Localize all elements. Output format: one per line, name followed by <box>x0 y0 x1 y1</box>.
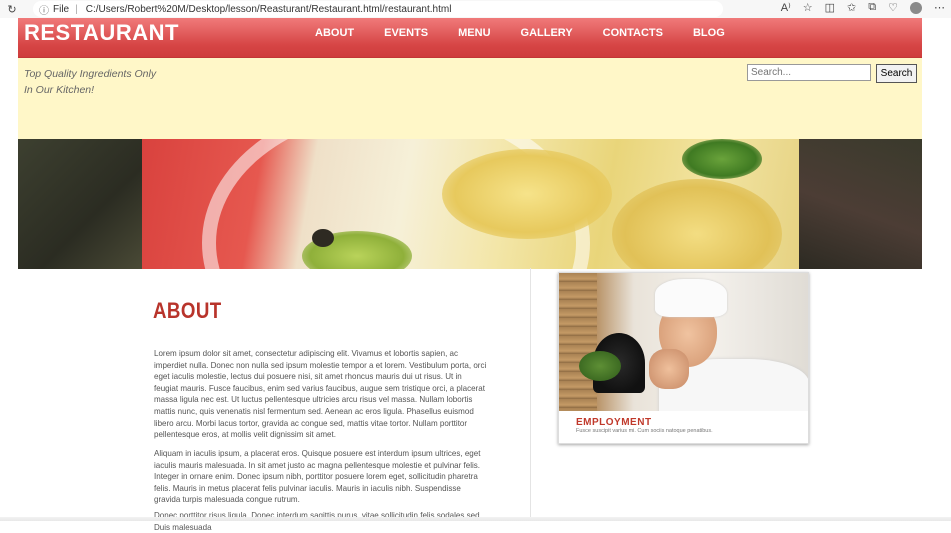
address-scheme: File <box>53 3 70 15</box>
search-button[interactable]: Search <box>876 64 917 83</box>
profile-avatar[interactable] <box>910 1 922 14</box>
refresh-icon[interactable]: ↻ <box>5 3 19 16</box>
chef-image <box>559 273 808 411</box>
about-heading: ABOUT <box>153 298 222 323</box>
address-separator: | <box>75 3 78 15</box>
read-aloud-icon[interactable]: A⁾ <box>781 1 791 14</box>
nav-about[interactable]: ABOUT <box>315 27 354 39</box>
nav-blog[interactable]: BLOG <box>693 27 725 39</box>
restaurant-site: RESTAURANT ABOUT EVENTS MENU GALLERY CON… <box>18 18 922 269</box>
column-divider <box>530 268 531 521</box>
tagline-line-2: In Our Kitchen! <box>24 84 95 96</box>
favorites-icon[interactable]: ✩ <box>847 1 856 14</box>
address-url[interactable]: C:/Users/Robert%20M/Desktop/lesson/Reast… <box>86 4 452 15</box>
nav-gallery[interactable]: GALLERY <box>521 27 573 39</box>
hero-food-image <box>142 139 799 269</box>
browser-essentials-icon[interactable]: ♡ <box>888 1 898 14</box>
about-paragraph-2: Aliquam in iaculis ipsum, a placerat ero… <box>154 449 481 505</box>
collections-icon[interactable]: ⧉ <box>868 1 876 14</box>
tagline: Top Quality Ingredients Only In Our Kitc… <box>24 66 156 98</box>
page-bottom-edge <box>0 517 951 521</box>
browser-action-icons: A⁾ ☆ ◫ ✩ ⧉ ♡ ⋯ <box>781 1 945 14</box>
favorite-star-icon[interactable]: ☆ <box>803 1 813 14</box>
about-paragraph-1: Lorem ipsum dolor sit amet, consectetur … <box>154 349 487 440</box>
site-logo[interactable]: RESTAURANT <box>24 20 179 46</box>
hero-banner <box>18 139 922 269</box>
hero-left-panel <box>18 139 142 269</box>
hero-right-panel <box>799 139 922 269</box>
search-input[interactable] <box>747 64 871 81</box>
tagline-bar: Top Quality Ingredients Only In Our Kitc… <box>18 58 922 139</box>
about-paragraph-3: Donec porttitor risus ligula. Donec inte… <box>154 511 482 532</box>
main-nav: ABOUT EVENTS MENU GALLERY CONTACTS BLOG <box>315 27 755 39</box>
info-icon[interactable]: ⓘ <box>39 2 49 17</box>
nav-events[interactable]: EVENTS <box>384 27 428 39</box>
employment-title[interactable]: EMPLOYMENT <box>576 417 652 428</box>
employment-card[interactable]: EMPLOYMENT Fusce suscipit varius mi. Cum… <box>558 272 809 444</box>
tagline-line-1: Top Quality Ingredients Only <box>24 68 157 80</box>
site-header: RESTAURANT ABOUT EVENTS MENU GALLERY CON… <box>18 18 922 58</box>
browser-toolbar: ↻ ⓘ File | C:/Users/Robert%20M/Desktop/l… <box>0 0 951 18</box>
nav-contacts[interactable]: CONTACTS <box>603 27 663 39</box>
main-content: ABOUT Lorem ipsum dolor sit amet, consec… <box>0 268 951 532</box>
split-screen-icon[interactable]: ◫ <box>825 1 835 14</box>
nav-menu[interactable]: MENU <box>458 27 490 39</box>
more-icon[interactable]: ⋯ <box>934 1 945 14</box>
employment-subtitle: Fusce suscipit varius mi. Cum sociis nat… <box>576 428 713 434</box>
address-bar[interactable]: ⓘ File | C:/Users/Robert%20M/Desktop/les… <box>33 1 723 17</box>
